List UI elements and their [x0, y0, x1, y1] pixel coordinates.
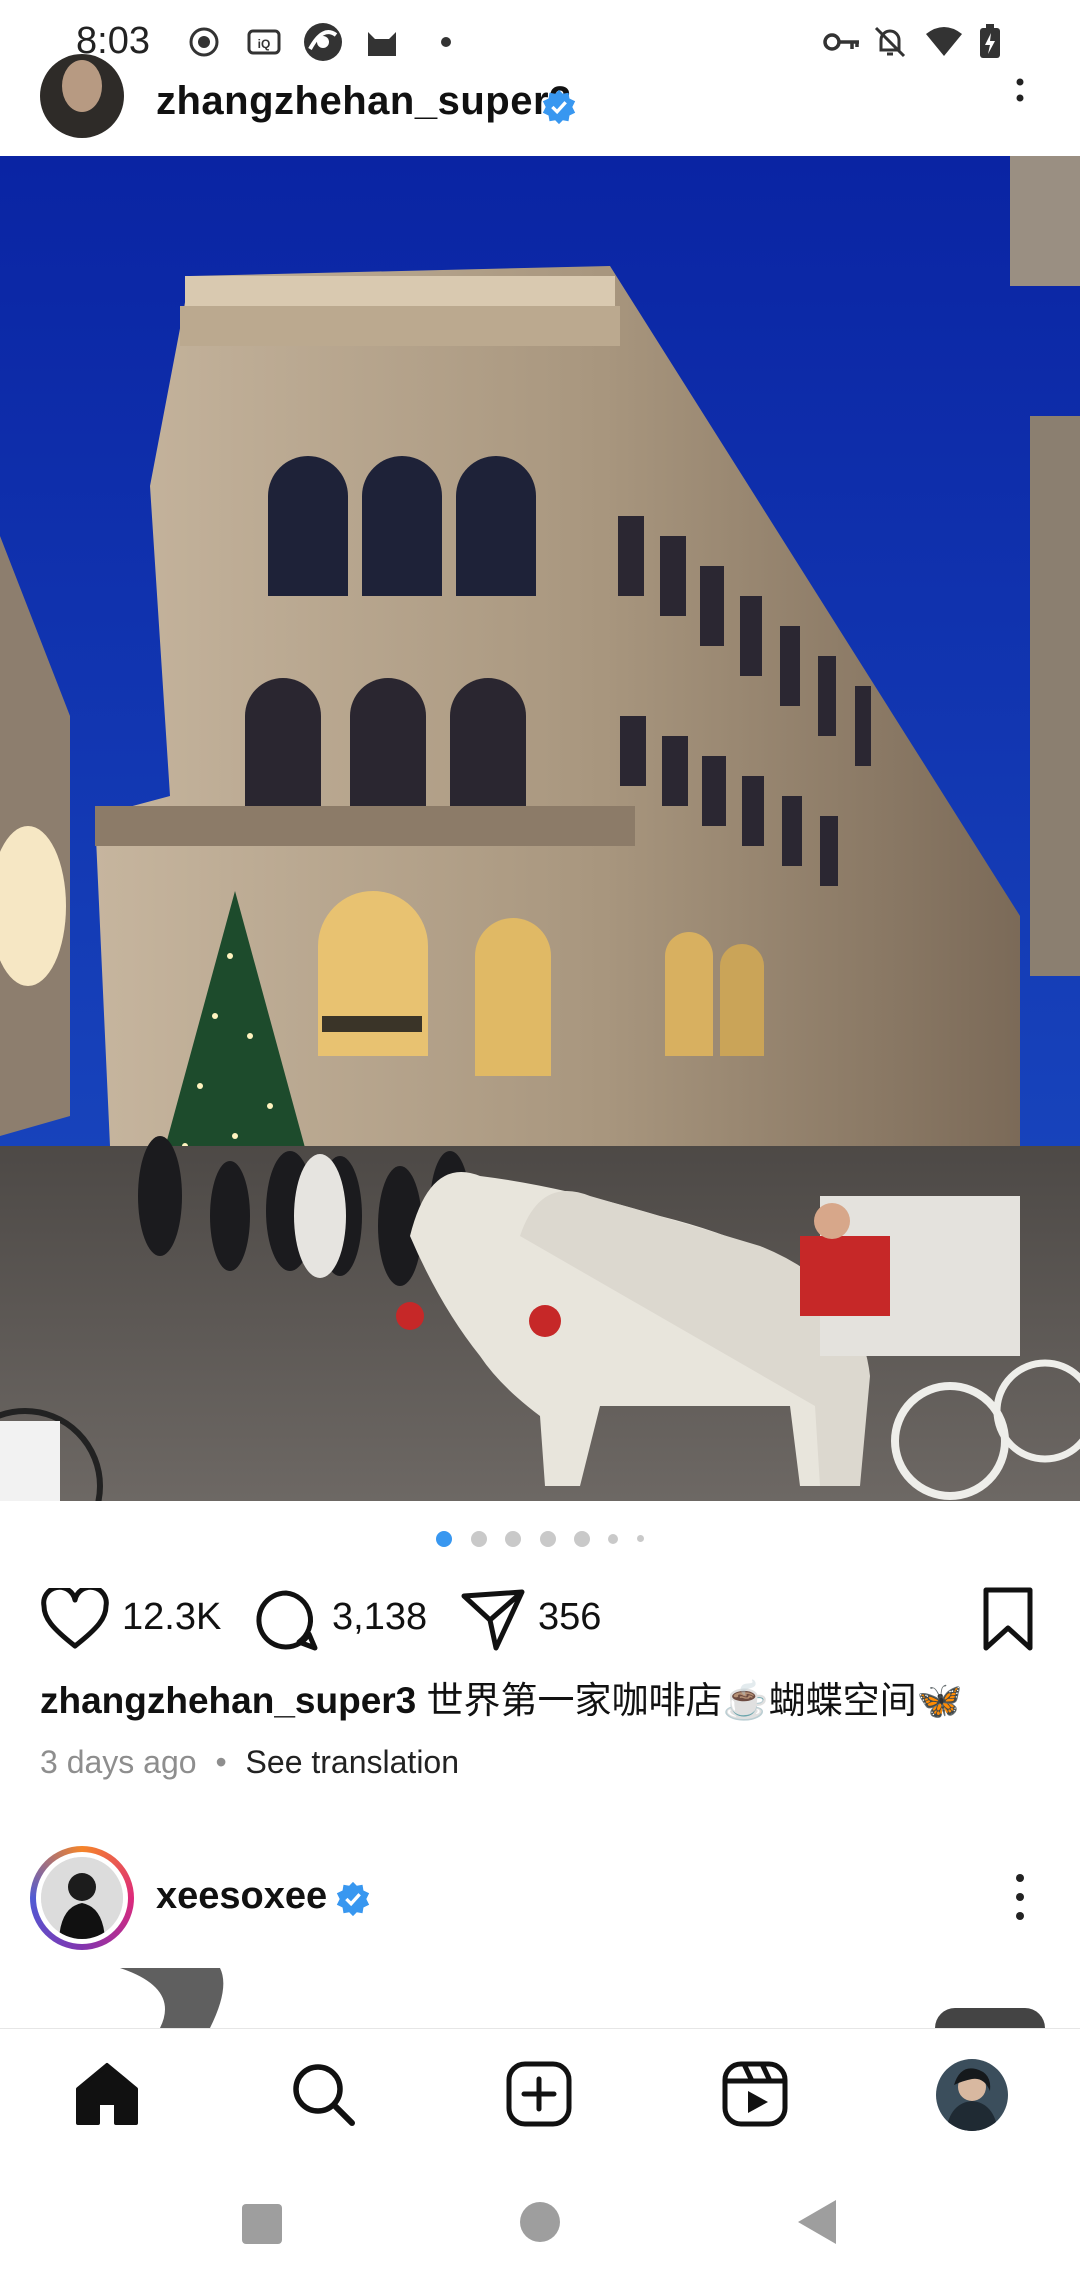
like-heart-icon[interactable] [40, 1588, 110, 1652]
post1-header: zhangzhehan_super3 [0, 54, 1080, 156]
recents-square-icon[interactable] [240, 2202, 284, 2246]
vpn-key-icon [823, 33, 859, 51]
browser-icon [304, 23, 342, 61]
post1-more-icon[interactable] [1005, 78, 1035, 108]
post1-caption[interactable]: zhangzhehan_super3 世界第一家咖啡店☕️蝴蝶空间🦋 [40, 1675, 1040, 1727]
system-navigation-bar [0, 2168, 1080, 2280]
avatar-ring-gap [36, 1852, 128, 1944]
battery-charging-icon [980, 24, 1000, 58]
post2-avatar-image [41, 1857, 123, 1939]
post1-photo[interactable] [0, 156, 1080, 1501]
carousel-dot [505, 1530, 522, 1547]
meta-separator: • [215, 1744, 227, 1780]
carousel-indicator [0, 1530, 1080, 1550]
share-send-icon[interactable] [460, 1588, 526, 1652]
profile-avatar[interactable] [936, 2059, 1008, 2131]
cafe-building-illustration [0, 156, 1080, 1501]
back-triangle-icon[interactable] [796, 2198, 838, 2246]
bell-off-icon [874, 26, 906, 58]
cat-app-icon [368, 32, 396, 56]
reels-icon[interactable] [720, 2059, 790, 2129]
post1-avatar[interactable] [40, 54, 124, 138]
post2-photo-sketch [0, 1968, 1080, 2028]
home-circle-icon[interactable] [518, 2200, 562, 2244]
post2-avatar-story-ring[interactable] [30, 1846, 134, 1950]
comment-icon[interactable] [253, 1588, 319, 1652]
post2-verified-badge-icon [336, 1881, 370, 1917]
search-icon[interactable] [288, 2059, 358, 2129]
post1-avatar-face [62, 60, 102, 112]
post1-action-bar: 12.3K 3,138 356 [0, 1580, 1080, 1660]
svg-text:iQ: iQ [258, 37, 271, 51]
post2-photo-preview[interactable] [0, 1968, 1080, 2028]
comments-count[interactable]: 3,138 [332, 1596, 427, 1639]
status-bar: 8:03 iQ [0, 0, 1080, 85]
carousel-dot [573, 1530, 590, 1547]
post1-meta: 3 days ago • See translation [40, 1744, 459, 1781]
bookmark-icon[interactable] [980, 1586, 1036, 1652]
bottom-navigation [0, 2028, 1080, 2169]
post-time-ago: 3 days ago [40, 1744, 197, 1780]
home-icon[interactable] [72, 2059, 142, 2129]
caption-text: 世界第一家咖啡店☕️蝴蝶空间🦋 [426, 1680, 963, 1721]
post2-avatar [41, 1857, 123, 1939]
carousel-dot [636, 1535, 644, 1543]
likes-count[interactable]: 12.3K [122, 1596, 221, 1639]
record-icon [189, 27, 219, 57]
create-post-icon[interactable] [504, 2059, 574, 2129]
carousel-dot [470, 1530, 487, 1547]
verified-badge-icon [542, 89, 576, 125]
carousel-dot [539, 1530, 556, 1547]
caption-username[interactable]: zhangzhehan_super3 [40, 1680, 416, 1721]
profile-avatar-image [936, 2059, 1008, 2131]
post2-more-icon[interactable] [1000, 1872, 1040, 1922]
post1-username[interactable]: zhangzhehan_super3 [156, 79, 572, 124]
post2-username[interactable]: xeesoxee [156, 1875, 327, 1918]
dot-icon [441, 37, 451, 47]
see-translation-link[interactable]: See translation [246, 1744, 459, 1780]
wifi-icon [926, 27, 962, 56]
carousel-dot [608, 1533, 619, 1544]
carousel-dot-active [436, 1530, 453, 1547]
shares-count[interactable]: 356 [538, 1596, 601, 1639]
iqiyi-icon: iQ [247, 29, 281, 55]
